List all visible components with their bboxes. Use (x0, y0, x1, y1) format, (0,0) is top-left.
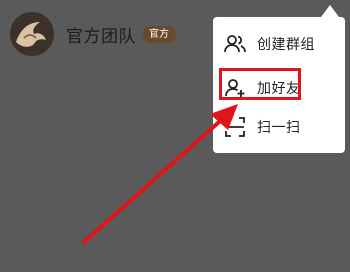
pointer-arrow-icon (82, 104, 238, 244)
